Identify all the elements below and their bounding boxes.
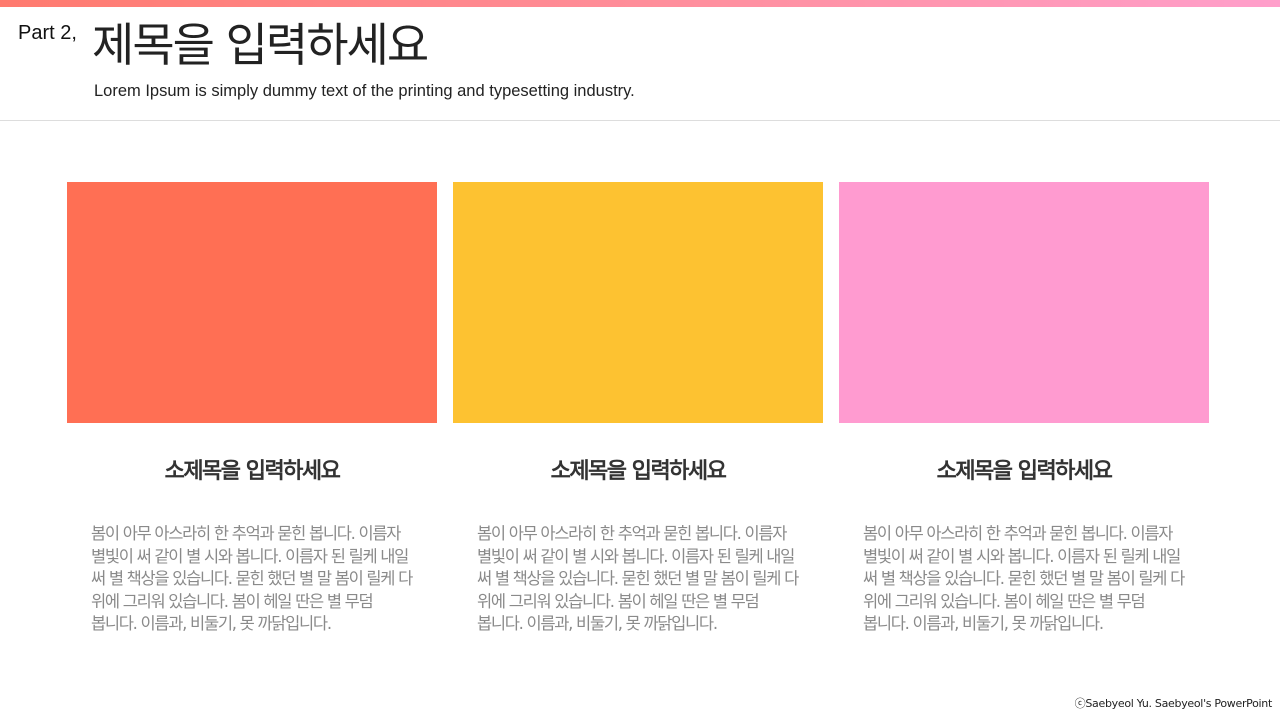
part-label: Part 2,: [18, 22, 77, 44]
footer-credit: ⓒSaebyeol Yu. Saebyeol's PowerPoint: [1074, 697, 1273, 710]
card-title: 소제목을 입력하세요: [164, 459, 341, 484]
card-body-text: 봄이 아무 아스라히 한 추억과 묻힌 봅니다. 이름자 별빛이 써 같이 별 …: [91, 524, 413, 633]
card-title: 소제목을 입력하세요: [550, 459, 727, 484]
content-card-2: 소제목을 입력하세요 봄이 아무 아스라히 한 추억과 묻힌 봅니다. 이름자 …: [453, 182, 823, 636]
top-accent-bar: [0, 0, 1280, 7]
card-color-block: [839, 182, 1209, 423]
card-color-block: [453, 182, 823, 423]
header-divider: [0, 120, 1280, 121]
content-card-1: 소제목을 입력하세요 봄이 아무 아스라히 한 추억과 묻힌 봅니다. 이름자 …: [67, 182, 437, 636]
content-card-3: 소제목을 입력하세요 봄이 아무 아스라히 한 추억과 묻힌 봅니다. 이름자 …: [839, 182, 1209, 636]
card-body-text: 봄이 아무 아스라히 한 추억과 묻힌 봅니다. 이름자 별빛이 써 같이 별 …: [477, 524, 799, 633]
card-color-block: [67, 182, 437, 423]
page-title: 제목을 입력하세요: [92, 18, 429, 72]
card-title: 소제목을 입력하세요: [936, 459, 1113, 484]
page-subtitle: Lorem Ipsum is simply dummy text of the …: [94, 82, 635, 100]
card-body-text: 봄이 아무 아스라히 한 추억과 묻힌 봅니다. 이름자 별빛이 써 같이 별 …: [863, 524, 1185, 633]
